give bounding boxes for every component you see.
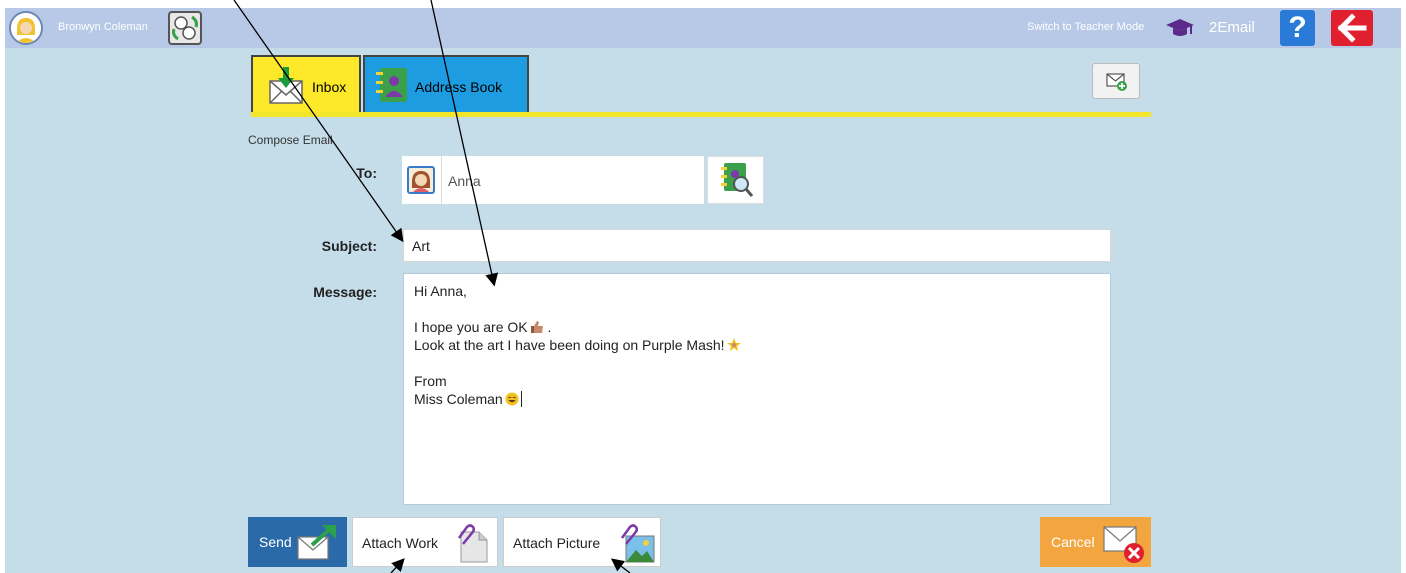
message-line: From bbox=[414, 373, 447, 389]
switch-user-icon[interactable] bbox=[168, 11, 202, 45]
cancel-mail-icon bbox=[1103, 526, 1144, 563]
recipient-avatar bbox=[407, 166, 435, 194]
message-line: Look at the art I have been doing on Pur… bbox=[414, 336, 1100, 354]
compose-title: Compose Email bbox=[248, 133, 333, 147]
message-line-text: Miss Coleman bbox=[414, 391, 503, 407]
cancel-label: Cancel bbox=[1051, 534, 1095, 550]
star-person-icon bbox=[726, 338, 741, 351]
attach-work-button[interactable]: Attach Work bbox=[352, 517, 498, 567]
to-field[interactable]: Anna bbox=[402, 156, 704, 204]
attach-work-label: Attach Work bbox=[362, 535, 438, 551]
tab-underline bbox=[251, 112, 1151, 117]
message-line-text: I hope you are OK bbox=[414, 319, 528, 335]
attach-document-icon bbox=[457, 524, 488, 563]
help-button[interactable]: ? bbox=[1280, 10, 1315, 46]
user-name: Bronwyn Coleman bbox=[58, 21, 148, 33]
switch-teacher-mode-link[interactable]: Switch to Teacher Mode bbox=[1027, 21, 1144, 33]
top-bar: Bronwyn Coleman Switch to Teacher Mode 2… bbox=[5, 8, 1401, 48]
send-label: Send bbox=[259, 534, 292, 550]
send-mail-icon bbox=[297, 525, 336, 560]
message-period: . bbox=[543, 319, 552, 335]
attach-picture-label: Attach Picture bbox=[513, 535, 601, 551]
subject-input[interactable]: Art bbox=[403, 229, 1111, 262]
to-label: To: bbox=[356, 165, 377, 181]
main-panel: Inbox Address Book Compose Email To: Ann… bbox=[5, 48, 1401, 573]
message-label: Message: bbox=[313, 284, 377, 300]
message-line-text: Look at the art I have been doing on Pur… bbox=[414, 337, 725, 353]
tab-inbox-label: Inbox bbox=[312, 79, 347, 95]
message-textarea[interactable]: Hi Anna, I hope you are OK . Look at the… bbox=[403, 273, 1111, 505]
inbox-icon bbox=[269, 67, 303, 104]
message-line: I hope you are OK . bbox=[414, 318, 1100, 336]
message-line: Hi Anna, bbox=[414, 283, 467, 299]
subject-label: Subject: bbox=[321, 238, 377, 254]
address-book-icon bbox=[376, 68, 407, 102]
app-name: 2Email bbox=[1209, 19, 1255, 36]
back-arrow-icon bbox=[1337, 13, 1367, 43]
back-button[interactable] bbox=[1331, 10, 1373, 46]
graduation-cap-icon[interactable] bbox=[1166, 18, 1194, 38]
smiley-icon bbox=[505, 392, 519, 406]
thumbs-up-icon bbox=[530, 321, 543, 333]
attach-picture-button[interactable]: Attach Picture bbox=[503, 517, 661, 567]
text-cursor bbox=[520, 391, 522, 407]
send-button[interactable]: Send bbox=[248, 517, 347, 567]
message-line: Miss Coleman bbox=[414, 390, 1100, 408]
tab-address-book-label: Address Book bbox=[415, 79, 503, 95]
tab-inbox[interactable]: Inbox bbox=[251, 55, 361, 115]
message-line bbox=[414, 354, 1100, 372]
new-mail-icon bbox=[1106, 73, 1127, 91]
tab-address-book[interactable]: Address Book bbox=[363, 55, 529, 113]
cancel-button[interactable]: Cancel bbox=[1040, 517, 1151, 567]
user-avatar[interactable] bbox=[9, 11, 43, 45]
recipient-name: Anna bbox=[448, 173, 481, 189]
message-line bbox=[414, 300, 1100, 318]
to-divider bbox=[441, 156, 442, 204]
attach-picture-icon bbox=[620, 524, 655, 563]
new-email-button[interactable] bbox=[1092, 63, 1140, 99]
address-lookup-button[interactable] bbox=[707, 156, 764, 204]
address-search-icon bbox=[721, 163, 754, 197]
